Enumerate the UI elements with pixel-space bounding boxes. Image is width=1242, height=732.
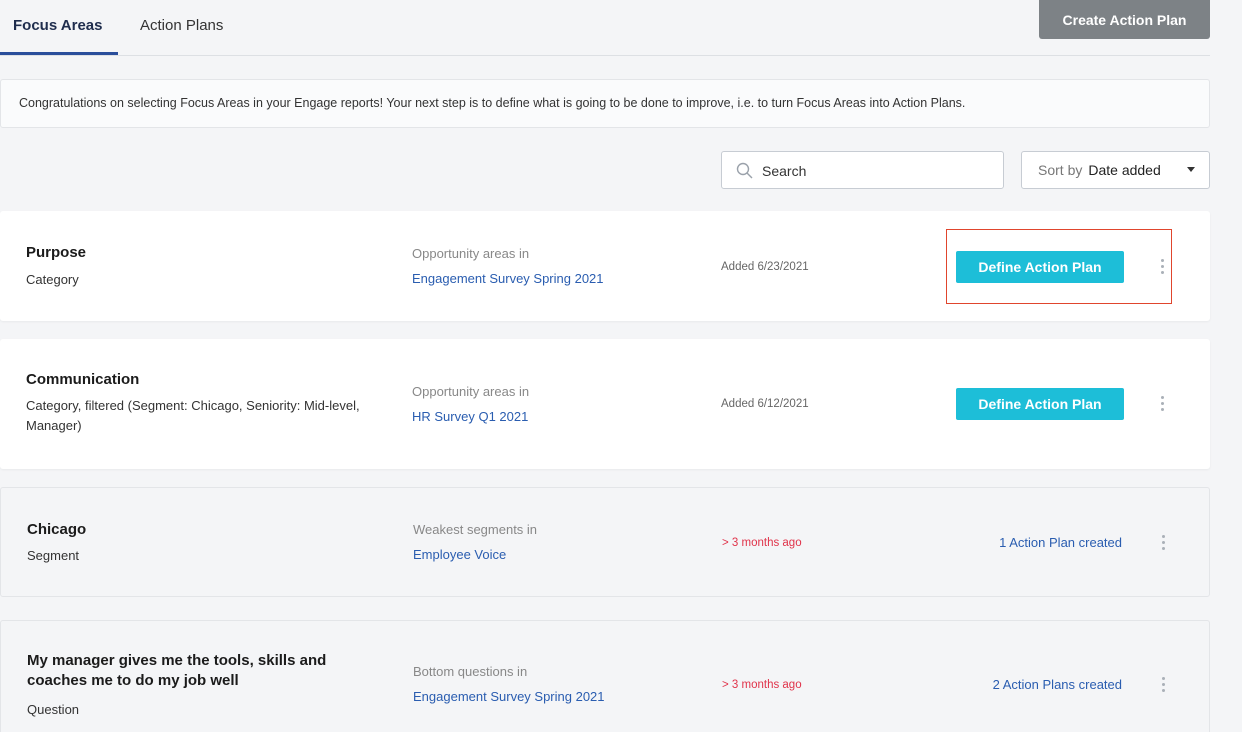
more-options-icon[interactable] [1157, 674, 1169, 696]
search-input[interactable] [762, 160, 992, 182]
date-added: > 3 months ago [722, 537, 802, 549]
define-action-plan-button[interactable]: Define Action Plan [956, 388, 1124, 420]
source-label: Opportunity areas in [412, 246, 530, 261]
focus-area-card: My manager gives me the tools, skills an… [0, 620, 1210, 732]
focus-area-title: Purpose [26, 244, 87, 261]
more-options-icon[interactable] [1156, 393, 1168, 415]
search-icon [736, 162, 754, 185]
focus-area-type: Segment [27, 548, 80, 563]
date-added: Added 6/12/2021 [721, 398, 809, 410]
sort-value: Date added [1088, 162, 1161, 178]
sort-label: Sort by [1038, 162, 1083, 178]
focus-area-title: My manager gives me the tools, skills an… [27, 652, 327, 689]
focus-area-type: Question [27, 702, 80, 717]
more-options-icon[interactable] [1157, 532, 1169, 554]
tab-action-plans[interactable]: Action Plans [140, 17, 223, 34]
survey-link[interactable]: HR Survey Q1 2021 [412, 409, 528, 424]
focus-area-type: Category, filtered (Segment: Chicago, Se… [26, 398, 360, 433]
create-action-plan-button[interactable]: Create Action Plan [1039, 0, 1210, 39]
date-added: > 3 months ago [722, 679, 802, 691]
survey-link[interactable]: Engagement Survey Spring 2021 [413, 689, 605, 704]
focus-area-card: Communication Category, filtered (Segmen… [0, 339, 1210, 469]
tab-bar: Focus Areas Action Plans [0, 0, 1210, 56]
info-banner: Congratulations on selecting Focus Areas… [0, 79, 1210, 128]
chevron-down-icon [1187, 167, 1195, 172]
sort-dropdown[interactable]: Sort by Date added [1021, 151, 1210, 189]
search-box[interactable] [721, 151, 1004, 189]
focus-area-title: Chicago [27, 521, 87, 538]
date-added: Added 6/23/2021 [721, 261, 809, 273]
tab-focus-areas[interactable]: Focus Areas [13, 17, 102, 34]
source-label: Opportunity areas in [412, 384, 530, 399]
source-label: Weakest segments in [413, 522, 538, 537]
survey-link[interactable]: Employee Voice [413, 547, 506, 562]
focus-area-card: Chicago Segment Weakest segments in Empl… [0, 487, 1210, 597]
active-tab-indicator [0, 52, 118, 55]
focus-area-type: Category [26, 272, 79, 287]
action-plans-created-link[interactable]: 1 Action Plan created [999, 535, 1122, 550]
survey-link[interactable]: Engagement Survey Spring 2021 [412, 271, 604, 286]
source-label: Bottom questions in [413, 664, 528, 679]
highlight-box [946, 229, 1172, 304]
focus-area-title: Communication [26, 371, 140, 388]
action-plans-created-link[interactable]: 2 Action Plans created [993, 677, 1122, 692]
